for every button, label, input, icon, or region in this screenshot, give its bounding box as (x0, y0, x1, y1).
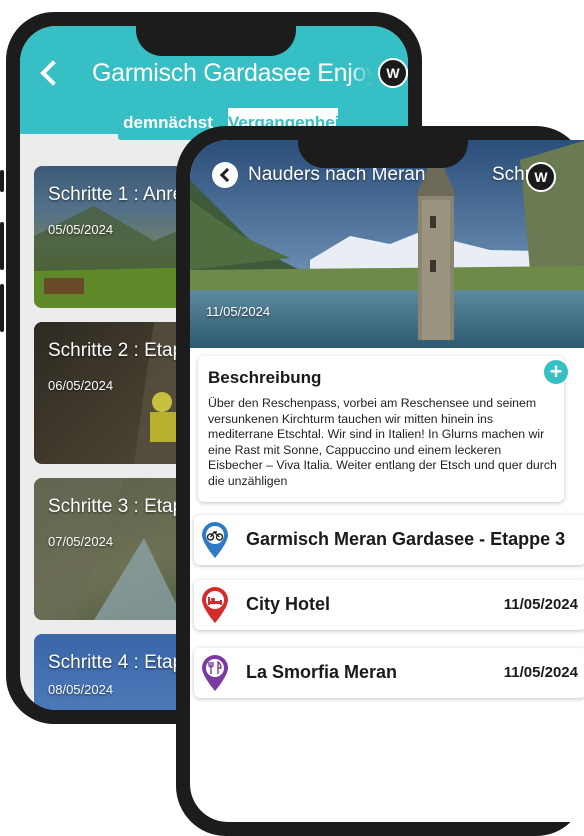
phone-notch (136, 12, 296, 56)
volume-up-button (0, 222, 4, 270)
stage-date: 06/05/2024 (48, 378, 114, 393)
add-button[interactable]: + (544, 360, 568, 384)
phone-notch (298, 126, 468, 168)
poi-date: 11/05/2024 (503, 664, 578, 681)
poi-route[interactable]: Garmisch Meran Gardasee - Etappe 3 (194, 515, 584, 565)
bike-icon (202, 522, 228, 558)
mute-switch (0, 170, 4, 192)
stage-date: 07/05/2024 (48, 534, 114, 549)
brand-logo-icon[interactable]: W (378, 58, 408, 88)
poi-date: 11/05/2024 (503, 596, 578, 613)
bed-icon (202, 587, 228, 623)
title-fade (348, 56, 378, 90)
back-chevron-icon[interactable] (40, 60, 66, 86)
description-card: Beschreibung Über den Reschenpass, vorbe… (198, 356, 564, 502)
description-title: Beschreibung (208, 368, 322, 387)
poi-name: City Hotel (246, 594, 331, 614)
poi-name: La Smorfia Meran (246, 662, 398, 682)
description-text: Über den Reschenpass, vorbei am Reschens… (208, 396, 557, 488)
brand-logo-icon[interactable]: W (526, 162, 556, 192)
stage-detail-screen: Nauders nach Meran Schr W 11/05/2024 Bes… (190, 140, 584, 822)
stage-date: 05/05/2024 (48, 222, 114, 237)
poi-restaurant[interactable]: La Smorfia Meran 11/05/2024 (194, 648, 584, 698)
restaurant-icon (202, 655, 228, 691)
phone-front: Nauders nach Meran Schr W 11/05/2024 Bes… (176, 126, 584, 836)
poi-hotel[interactable]: City Hotel 11/05/2024 (194, 580, 584, 630)
back-button[interactable] (212, 162, 238, 188)
poi-name: Garmisch Meran Gardasee - Etappe 3 (246, 529, 566, 549)
volume-down-button (0, 284, 4, 332)
stage-date: 08/05/2024 (48, 682, 114, 697)
hero-image: Nauders nach Meran Schr W 11/05/2024 (190, 140, 584, 348)
stage-date: 11/05/2024 (206, 304, 271, 319)
